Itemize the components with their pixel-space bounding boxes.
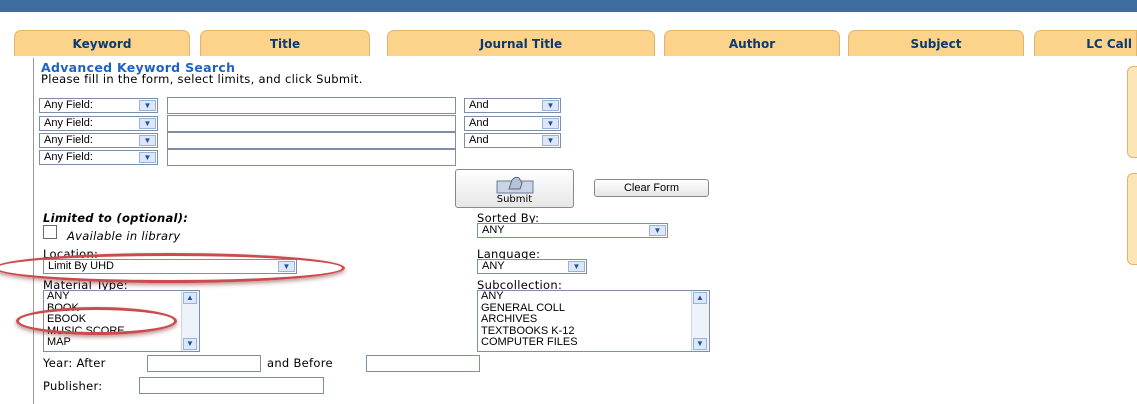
scrollbar[interactable]: ▲ ▼ xyxy=(691,291,709,351)
list-item[interactable]: ANY xyxy=(478,291,709,303)
select-value: Any Field: xyxy=(44,117,93,129)
operator-select-3[interactable]: And ▼ xyxy=(464,133,561,148)
submit-hand-icon xyxy=(496,176,533,194)
select-value: ANY xyxy=(482,224,505,236)
tab-label: Journal Title xyxy=(479,36,563,51)
chevron-down-icon: ▼ xyxy=(542,118,559,129)
list-item[interactable]: COMPUTER FILES xyxy=(478,336,709,349)
available-checkbox[interactable] xyxy=(43,225,57,239)
available-label: Available in library xyxy=(67,229,181,243)
chevron-down-icon[interactable]: ▼ xyxy=(693,338,707,350)
field-select-1[interactable]: Any Field: ▼ xyxy=(39,98,158,113)
publisher-input[interactable] xyxy=(139,377,324,394)
tab-label: Author xyxy=(728,36,776,51)
scrollbar[interactable]: ▲ ▼ xyxy=(181,291,199,351)
list-item[interactable]: ANY xyxy=(44,291,199,303)
select-value: Any Field: xyxy=(44,151,93,163)
select-value: And xyxy=(469,134,489,146)
location-select[interactable]: Limit By UHD ▼ xyxy=(43,259,297,274)
sorted-by-select[interactable]: ANY ▼ xyxy=(477,223,668,238)
tab-label: Keyword xyxy=(72,36,132,51)
material-type-list[interactable]: ANY BOOK EBOOK MUSIC SCORE MAP ▲ ▼ xyxy=(43,290,200,352)
search-term-input-4[interactable] xyxy=(167,149,456,166)
year-before-input[interactable] xyxy=(366,355,480,372)
tab-keyword[interactable]: Keyword xyxy=(14,30,190,56)
list-item[interactable]: ARCHIVES xyxy=(478,313,709,326)
tab-label: LC Call xyxy=(1086,36,1132,51)
chevron-down-icon: ▼ xyxy=(649,225,666,236)
submit-label: Submit xyxy=(496,194,533,205)
select-value: ANY xyxy=(482,260,505,272)
search-term-input-3[interactable] xyxy=(167,132,456,149)
publisher-label: Publisher: xyxy=(43,379,103,393)
tab-label: Title xyxy=(269,36,301,51)
language-select[interactable]: ANY ▼ xyxy=(477,259,587,274)
chevron-down-icon: ▼ xyxy=(139,118,156,129)
tab-label: Subject xyxy=(910,36,962,51)
tab-journal-title[interactable]: Journal Title xyxy=(387,30,655,56)
chevron-down-icon: ▼ xyxy=(542,135,559,146)
subcollection-list[interactable]: ANY GENERAL COLL ARCHIVES TEXTBOOKS K-12… xyxy=(477,290,710,352)
chevron-down-icon: ▼ xyxy=(278,261,295,272)
list-item[interactable]: MAP xyxy=(44,336,199,349)
side-panel-top xyxy=(1127,66,1137,158)
operator-select-1[interactable]: And ▼ xyxy=(464,98,561,113)
tab-subject[interactable]: Subject xyxy=(848,30,1024,56)
list-item[interactable]: EBOOK xyxy=(44,313,199,326)
select-value: And xyxy=(469,117,489,129)
content-left-border xyxy=(33,58,34,404)
search-term-input-2[interactable] xyxy=(167,115,456,132)
year-after-label: Year: After xyxy=(43,356,106,370)
field-select-3[interactable]: Any Field: ▼ xyxy=(39,133,158,148)
top-bar xyxy=(0,0,1137,12)
clear-form-button[interactable]: Clear Form xyxy=(594,179,709,197)
year-before-label: and Before xyxy=(267,356,333,370)
chevron-down-icon[interactable]: ▼ xyxy=(183,338,197,350)
clear-label: Clear Form xyxy=(623,182,679,194)
select-value: And xyxy=(469,99,489,111)
tab-lc-call[interactable]: LC Call xyxy=(1034,30,1137,56)
operator-select-2[interactable]: And ▼ xyxy=(464,116,561,131)
tab-author[interactable]: Author xyxy=(664,30,840,56)
select-value: Any Field: xyxy=(44,99,93,111)
chevron-down-icon: ▼ xyxy=(139,100,156,111)
chevron-down-icon: ▼ xyxy=(568,261,585,272)
field-select-4[interactable]: Any Field: ▼ xyxy=(39,150,158,165)
year-after-input[interactable] xyxy=(147,355,261,372)
tab-title[interactable]: Title xyxy=(200,30,370,56)
search-term-input-1[interactable] xyxy=(167,97,456,114)
side-panel-bottom xyxy=(1127,173,1137,265)
select-value: Any Field: xyxy=(44,134,93,146)
chevron-up-icon[interactable]: ▲ xyxy=(183,292,197,304)
instructions-text: Please fill in the form, select limits, … xyxy=(41,72,363,86)
select-value: Limit By UHD xyxy=(48,260,115,272)
chevron-down-icon: ▼ xyxy=(139,152,156,163)
submit-button[interactable]: Submit xyxy=(455,169,574,208)
chevron-down-icon: ▼ xyxy=(542,100,559,111)
chevron-down-icon: ▼ xyxy=(139,135,156,146)
field-select-2[interactable]: Any Field: ▼ xyxy=(39,116,158,131)
chevron-up-icon[interactable]: ▲ xyxy=(693,292,707,304)
limits-title: Limited to (optional): xyxy=(43,211,189,225)
search-tabs: Keyword Title Journal Title Author Subje… xyxy=(0,30,1137,58)
